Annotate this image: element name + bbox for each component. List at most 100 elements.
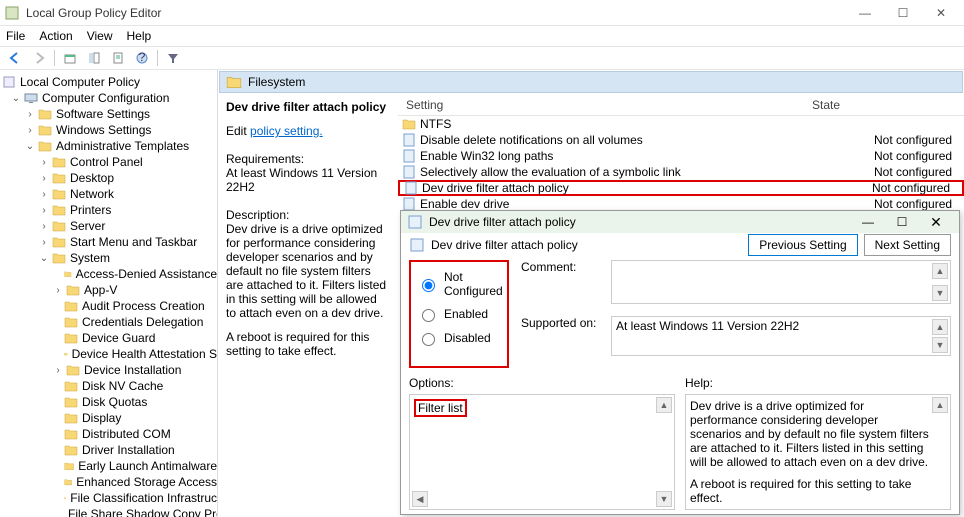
list-row[interactable]: Enable Win32 long pathsNot configured — [398, 148, 964, 164]
dialog-title: Dev drive filter attach policy — [429, 215, 851, 229]
scroll-up-icon[interactable]: ▲ — [932, 263, 948, 279]
edit-prefix: Edit — [226, 124, 250, 138]
expand-icon[interactable]: › — [52, 365, 64, 376]
filter-button[interactable] — [162, 48, 184, 68]
scroll-left-icon[interactable]: ◀ — [412, 491, 428, 507]
tree-item-disk-nv-cache[interactable]: Disk NV Cache — [0, 378, 217, 394]
tree-item-device-installation[interactable]: ›Device Installation — [0, 362, 217, 378]
tree-item-file-share-shadow-copy-pro[interactable]: File Share Shadow Copy Pro — [0, 506, 217, 517]
row-setting: Disable delete notifications on all volu… — [420, 133, 874, 147]
tree-view[interactable]: Local Computer Policy ⌄ Computer Configu… — [0, 70, 218, 517]
expand-icon[interactable]: › — [38, 157, 50, 168]
dialog-subheader: Dev drive filter attach policy Previous … — [401, 233, 959, 256]
tree-item-device-health-attestation-s[interactable]: Device Health Attestation S — [0, 346, 217, 362]
menu-view[interactable]: View — [87, 29, 113, 43]
tree-item-credentials-delegation[interactable]: Credentials Delegation — [0, 314, 217, 330]
menu-help[interactable]: Help — [127, 29, 152, 43]
tree-item-network[interactable]: ›Network — [0, 186, 217, 202]
dialog-titlebar: Dev drive filter attach policy — ☐ ✕ — [401, 211, 959, 233]
folder-icon — [52, 219, 66, 233]
menu-file[interactable]: File — [6, 29, 25, 43]
tree-item-file-classification-infrastruc[interactable]: File Classification Infrastruc — [0, 490, 217, 506]
col-setting[interactable]: Setting — [398, 94, 688, 115]
row-setting: Dev drive filter attach policy — [422, 181, 872, 195]
folder-icon — [64, 395, 78, 409]
tree-software-settings[interactable]: ›Software Settings — [0, 106, 217, 122]
scroll-down-icon[interactable]: ▼ — [656, 491, 672, 507]
comment-textarea[interactable]: ▲ ▼ — [611, 260, 951, 304]
folder-icon — [64, 491, 66, 505]
tree-root[interactable]: Local Computer Policy — [0, 74, 217, 90]
expand-icon[interactable]: › — [24, 125, 36, 136]
tree-computer-configuration[interactable]: ⌄ Computer Configuration — [0, 90, 217, 106]
policy-icon — [402, 165, 416, 179]
tree-item-start-menu-and-taskbar[interactable]: ›Start Menu and Taskbar — [0, 234, 217, 250]
tree-item-distributed-com[interactable]: Distributed COM — [0, 426, 217, 442]
dialog-maximize-button[interactable]: ☐ — [885, 211, 919, 233]
export-button[interactable] — [107, 48, 129, 68]
scroll-up-icon[interactable]: ▲ — [932, 397, 948, 413]
row-setting: Enable Win32 long paths — [420, 149, 874, 163]
scroll-down-icon[interactable]: ▼ — [932, 285, 948, 301]
expand-icon[interactable]: › — [52, 285, 64, 296]
tree-item-disk-quotas[interactable]: Disk Quotas — [0, 394, 217, 410]
list-row[interactable]: Selectively allow the evaluation of a sy… — [398, 164, 964, 180]
tree-item-app-v[interactable]: ›App-V — [0, 282, 217, 298]
maximize-button[interactable]: ☐ — [884, 0, 922, 26]
radio-enabled-input[interactable] — [422, 309, 435, 322]
col-state[interactable]: State — [688, 94, 964, 115]
expand-icon[interactable]: › — [38, 205, 50, 216]
previous-setting-button[interactable]: Previous Setting — [748, 234, 857, 256]
expand-icon[interactable]: › — [24, 109, 36, 120]
comment-label: Comment: — [521, 260, 611, 274]
tree-label: Desktop — [70, 171, 114, 185]
tree-item-display[interactable]: Display — [0, 410, 217, 426]
edit-policy-link[interactable]: policy setting. — [250, 124, 323, 138]
tree-item-driver-installation[interactable]: Driver Installation — [0, 442, 217, 458]
list-row[interactable]: NTFS — [398, 116, 964, 132]
list-row[interactable]: Disable delete notifications on all volu… — [398, 132, 964, 148]
back-button[interactable] — [4, 48, 26, 68]
tree-item-enhanced-storage-access[interactable]: Enhanced Storage Access — [0, 474, 217, 490]
up-button[interactable] — [59, 48, 81, 68]
radio-not-configured-input[interactable] — [422, 279, 435, 292]
dialog-minimize-button[interactable]: — — [851, 211, 885, 233]
expand-icon[interactable]: › — [38, 173, 50, 184]
help-button[interactable]: ? — [131, 48, 153, 68]
dialog-close-button[interactable]: ✕ — [919, 211, 953, 233]
scroll-up-icon[interactable]: ▲ — [932, 319, 948, 335]
menu-action[interactable]: Action — [39, 29, 72, 43]
tree-admin-templates[interactable]: ⌄Administrative Templates — [0, 138, 217, 154]
tree-item-audit-process-creation[interactable]: Audit Process Creation — [0, 298, 217, 314]
tree-item-system[interactable]: ⌄System — [0, 250, 217, 266]
window-title: Local Group Policy Editor — [26, 6, 846, 20]
tree-item-early-launch-antimalware[interactable]: Early Launch Antimalware — [0, 458, 217, 474]
next-setting-button[interactable]: Next Setting — [864, 234, 951, 256]
expand-icon[interactable]: ⌄ — [38, 253, 50, 264]
tree-item-server[interactable]: ›Server — [0, 218, 217, 234]
radio-disabled[interactable]: Disabled — [417, 330, 501, 346]
row-setting: NTFS — [420, 117, 874, 131]
tree-item-device-guard[interactable]: Device Guard — [0, 330, 217, 346]
expand-icon[interactable]: › — [38, 237, 50, 248]
list-row[interactable]: Dev drive filter attach policyNot config… — [398, 180, 964, 196]
scroll-up-icon[interactable]: ▲ — [656, 397, 672, 413]
tree-item-control-panel[interactable]: ›Control Panel — [0, 154, 217, 170]
radio-not-configured[interactable]: Not Configured — [417, 270, 501, 298]
show-hide-tree-button[interactable] — [83, 48, 105, 68]
minimize-button[interactable]: — — [846, 0, 884, 26]
tree-item-access-denied-assistance[interactable]: Access-Denied Assistance — [0, 266, 217, 282]
close-button[interactable]: ✕ — [922, 0, 960, 26]
radio-enabled[interactable]: Enabled — [417, 306, 501, 322]
radio-disabled-input[interactable] — [422, 333, 435, 346]
tree-item-desktop[interactable]: › Desktop — [0, 170, 217, 186]
scroll-down-icon[interactable]: ▼ — [932, 337, 948, 353]
tree-windows-settings[interactable]: ›Windows Settings — [0, 122, 217, 138]
tree-item-printers[interactable]: ›Printers — [0, 202, 217, 218]
expand-icon[interactable]: › — [38, 189, 50, 200]
folder-icon — [64, 411, 78, 425]
forward-button[interactable] — [28, 48, 50, 68]
expand-icon[interactable]: › — [38, 221, 50, 232]
collapse-icon[interactable]: ⌄ — [24, 141, 36, 152]
collapse-icon[interactable]: ⌄ — [10, 93, 22, 104]
